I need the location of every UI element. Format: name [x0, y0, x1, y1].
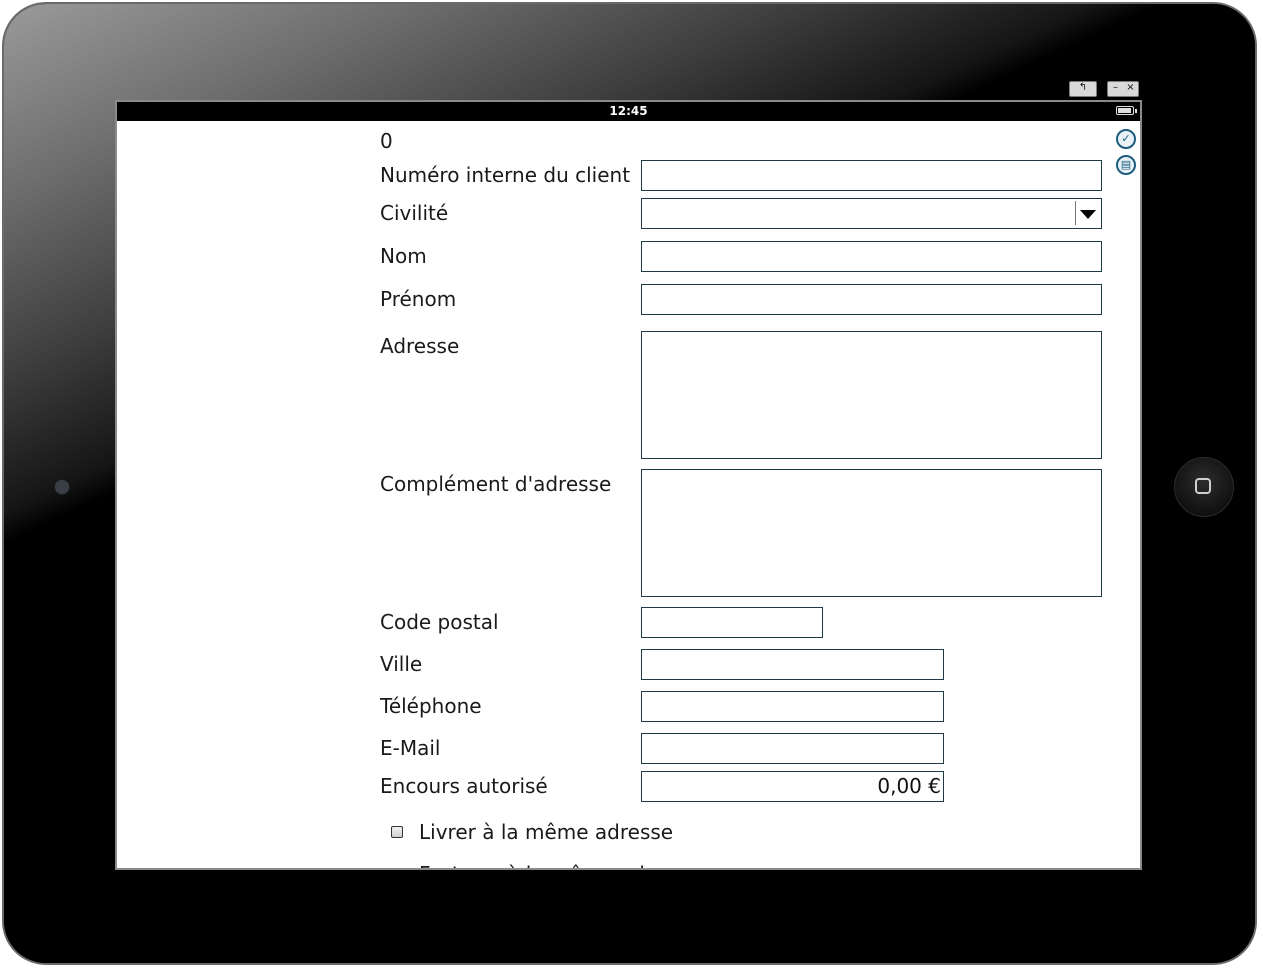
same-billing-address-checkbox[interactable]: [391, 868, 403, 870]
postal-code-label: Code postal: [380, 610, 499, 634]
city-label: Ville: [380, 652, 423, 676]
close-button[interactable]: ×: [1123, 82, 1138, 96]
minimize-button[interactable]: –: [1108, 82, 1123, 96]
last-name-label: Nom: [380, 244, 427, 268]
same-billing-address-label: Facturer à la même adresse: [419, 862, 698, 868]
first-name-input[interactable]: [641, 284, 1102, 315]
client-form: 0 Numéro interne du client Civilité Nom …: [117, 102, 1140, 868]
city-input[interactable]: [641, 649, 944, 680]
home-square-icon: [1195, 478, 1211, 494]
civility-label: Civilité: [380, 201, 449, 225]
chevron-down-icon[interactable]: [1075, 201, 1099, 225]
address-complement-label: Complément d'adresse: [380, 472, 612, 496]
phone-label: Téléphone: [380, 694, 482, 718]
credit-limit-label: Encours autorisé: [380, 774, 548, 798]
record-number: 0: [380, 129, 393, 153]
email-input[interactable]: [641, 733, 944, 764]
same-delivery-address-label: Livrer à la même adresse: [419, 820, 674, 844]
window-controls: – ×: [1107, 81, 1139, 97]
client-number-input[interactable]: [641, 160, 1102, 191]
last-name-input[interactable]: [641, 241, 1102, 272]
credit-limit-input[interactable]: 0,00 €: [641, 771, 944, 802]
address-complement-textarea[interactable]: [641, 469, 1102, 597]
home-button[interactable]: [1174, 457, 1234, 517]
address-label: Adresse: [380, 334, 460, 358]
postal-code-input[interactable]: [641, 607, 823, 638]
address-textarea[interactable]: [641, 331, 1102, 459]
email-label: E-Mail: [380, 736, 441, 760]
back-window-button[interactable]: ↰: [1069, 81, 1097, 97]
phone-input[interactable]: [641, 691, 944, 722]
device-screen: 12:45 ✓ ▤ 0 Numéro interne du client Civ…: [115, 100, 1142, 870]
civility-select[interactable]: [641, 198, 1102, 229]
client-number-label: Numéro interne du client: [380, 163, 631, 187]
camera-icon: [54, 479, 70, 495]
same-delivery-address-checkbox[interactable]: [391, 826, 403, 838]
first-name-label: Prénom: [380, 287, 457, 311]
